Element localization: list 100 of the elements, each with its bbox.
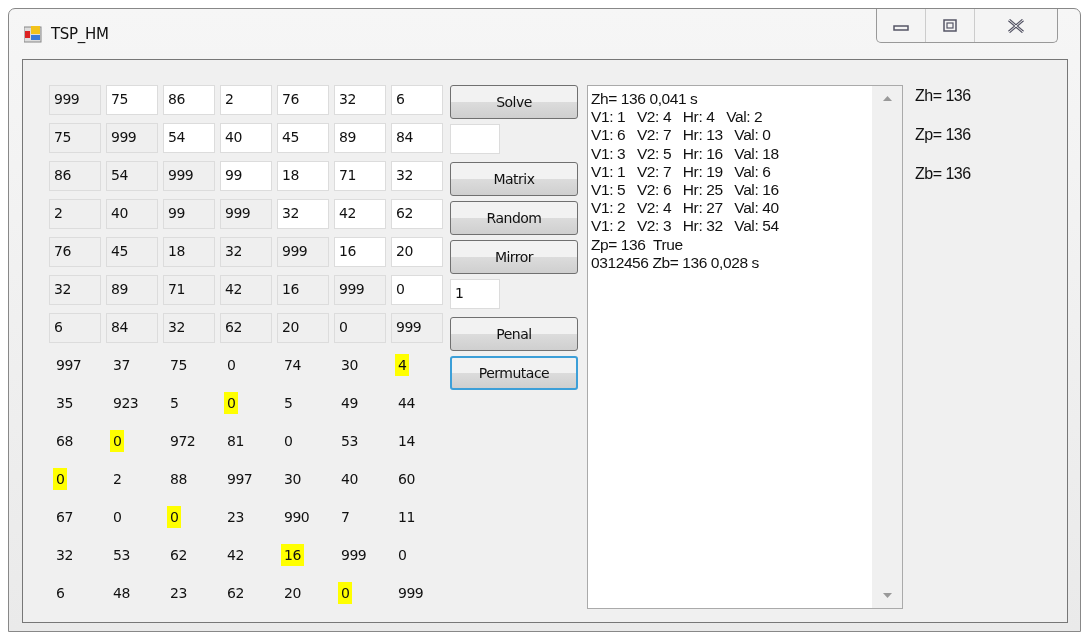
matrix-cell-field[interactable]: 54	[106, 161, 158, 191]
matrix-cell-field[interactable]: 75	[106, 85, 158, 115]
result-value: 37	[112, 356, 131, 375]
matrix-cell-field[interactable]: 54	[163, 123, 215, 153]
matrix-cell-field[interactable]: 99	[163, 199, 215, 229]
matrix-cell-field[interactable]: 0	[334, 313, 386, 343]
result-value: 4	[395, 354, 410, 376]
result-label: Zb= 136	[915, 165, 971, 183]
result-value: 5	[283, 394, 294, 413]
matrix-cell-field[interactable]: 20	[391, 237, 443, 267]
matrix-cell-field[interactable]: 42	[334, 199, 386, 229]
result-label: Zh= 136	[915, 87, 971, 105]
result-value: 42	[226, 546, 245, 565]
matrix-cell-field[interactable]: 32	[277, 199, 329, 229]
matrix-cell-field[interactable]: 76	[277, 85, 329, 115]
matrix-cell-field[interactable]: 84	[106, 313, 158, 343]
result-value: 67	[55, 508, 74, 527]
matrix-cell-field[interactable]: 40	[106, 199, 158, 229]
result-value: 68	[55, 432, 74, 451]
result-value: 0	[338, 582, 353, 604]
matrix-cell-field[interactable]: 76	[49, 237, 101, 267]
result-value: 53	[340, 432, 359, 451]
result-value: 16	[281, 544, 304, 566]
matrix-cell-field[interactable]: 71	[163, 275, 215, 305]
matrix-cell-field[interactable]: 42	[220, 275, 272, 305]
action-button[interactable]: Permutace	[450, 356, 578, 390]
action-button[interactable]: Random	[450, 201, 578, 235]
matrix-cell-field[interactable]: 32	[334, 85, 386, 115]
matrix-cell-field[interactable]: 99	[220, 161, 272, 191]
result-value: 0	[110, 430, 125, 452]
maximize-icon	[940, 18, 960, 33]
matrix-cell-field[interactable]: 0	[391, 275, 443, 305]
action-button[interactable]: Matrix	[450, 162, 578, 196]
log-line: V1: 3 V2: 5 Hr: 16 Val: 18	[591, 144, 780, 163]
log-line: V1: 2 V2: 3 Hr: 32 Val: 54	[591, 217, 780, 236]
result-value: 23	[226, 508, 245, 527]
result-value: 60	[397, 470, 416, 489]
result-value: 6	[55, 584, 66, 603]
matrix-cell-field[interactable]: 16	[334, 237, 386, 267]
matrix-cell-field[interactable]: 20	[277, 313, 329, 343]
scroll-down-icon[interactable]	[882, 593, 892, 598]
matrix-cell-field[interactable]: 999	[334, 275, 386, 305]
log-line: Zp= 136 True	[591, 235, 684, 254]
matrix-cell-field[interactable]: 71	[334, 161, 386, 191]
matrix-cell-field[interactable]: 45	[106, 237, 158, 267]
matrix-cell-field[interactable]: 999	[391, 313, 443, 343]
matrix-cell-field[interactable]: 18	[277, 161, 329, 191]
result-value: 75	[169, 356, 188, 375]
matrix-cell-field[interactable]: 62	[391, 199, 443, 229]
matrix-cell-field[interactable]: 75	[49, 123, 101, 153]
matrix-cell-field[interactable]: 89	[106, 275, 158, 305]
log-line: V1: 2 V2: 4 Hr: 27 Val: 40	[591, 199, 780, 218]
matrix-cell-field[interactable]: 86	[163, 85, 215, 115]
matrix-cell-field[interactable]: 6	[391, 85, 443, 115]
result-value: 32	[55, 546, 74, 565]
scroll-up-icon[interactable]	[882, 96, 892, 101]
matrix-cell-field[interactable]: 32	[49, 275, 101, 305]
result-value: 0	[397, 546, 408, 565]
action-button[interactable]: Solve	[450, 85, 578, 119]
matrix-cell-field[interactable]: 84	[391, 123, 443, 153]
matrix-cell-field[interactable]: 18	[163, 237, 215, 267]
matrix-cell-field[interactable]: 999	[220, 199, 272, 229]
matrix-cell-field[interactable]: 999	[277, 237, 329, 267]
log-line: V1: 1 V2: 4 Hr: 4 Val: 2	[591, 108, 764, 127]
matrix-cell-field[interactable]: 2	[220, 85, 272, 115]
matrix-cell-field[interactable]: 32	[220, 237, 272, 267]
matrix-cell-field[interactable]: 45	[277, 123, 329, 153]
output-textbox[interactable]	[587, 85, 903, 609]
result-value: 997	[226, 470, 254, 489]
matrix-cell-field[interactable]: 32	[391, 161, 443, 191]
result-value: 49	[340, 394, 359, 413]
input-field[interactable]	[450, 124, 500, 154]
result-value: 5	[169, 394, 180, 413]
log-line: 0312456 Zb= 136 0,028 s	[591, 253, 760, 273]
result-value: 0	[112, 508, 123, 527]
matrix-cell-field[interactable]: 40	[220, 123, 272, 153]
matrix-cell-field[interactable]: 999	[49, 85, 101, 115]
result-value: 20	[283, 584, 302, 603]
matrix-cell-field[interactable]: 999	[106, 123, 158, 153]
matrix-cell-field[interactable]: 6	[49, 313, 101, 343]
result-value: 62	[226, 584, 245, 603]
result-value: 999	[340, 546, 368, 565]
result-value: 14	[397, 432, 416, 451]
result-value: 7	[340, 508, 351, 527]
window-title: TSP_HM	[51, 25, 109, 43]
matrix-cell-field[interactable]: 32	[163, 313, 215, 343]
result-value: 2	[112, 470, 123, 489]
matrix-cell-field[interactable]: 999	[163, 161, 215, 191]
scrollbar[interactable]	[872, 86, 902, 608]
action-button[interactable]: Mirror	[450, 240, 578, 274]
matrix-cell-field[interactable]: 86	[49, 161, 101, 191]
log-line: Zh= 136 0,041 s	[591, 90, 699, 109]
action-button[interactable]: Penal	[450, 317, 578, 351]
matrix-cell-field[interactable]: 62	[220, 313, 272, 343]
matrix-cell-field[interactable]: 16	[277, 275, 329, 305]
matrix-cell-field[interactable]: 89	[334, 123, 386, 153]
result-value: 40	[340, 470, 359, 489]
matrix-cell-field[interactable]: 2	[49, 199, 101, 229]
input-field[interactable]: 1	[450, 279, 500, 309]
result-value: 0	[53, 468, 68, 490]
